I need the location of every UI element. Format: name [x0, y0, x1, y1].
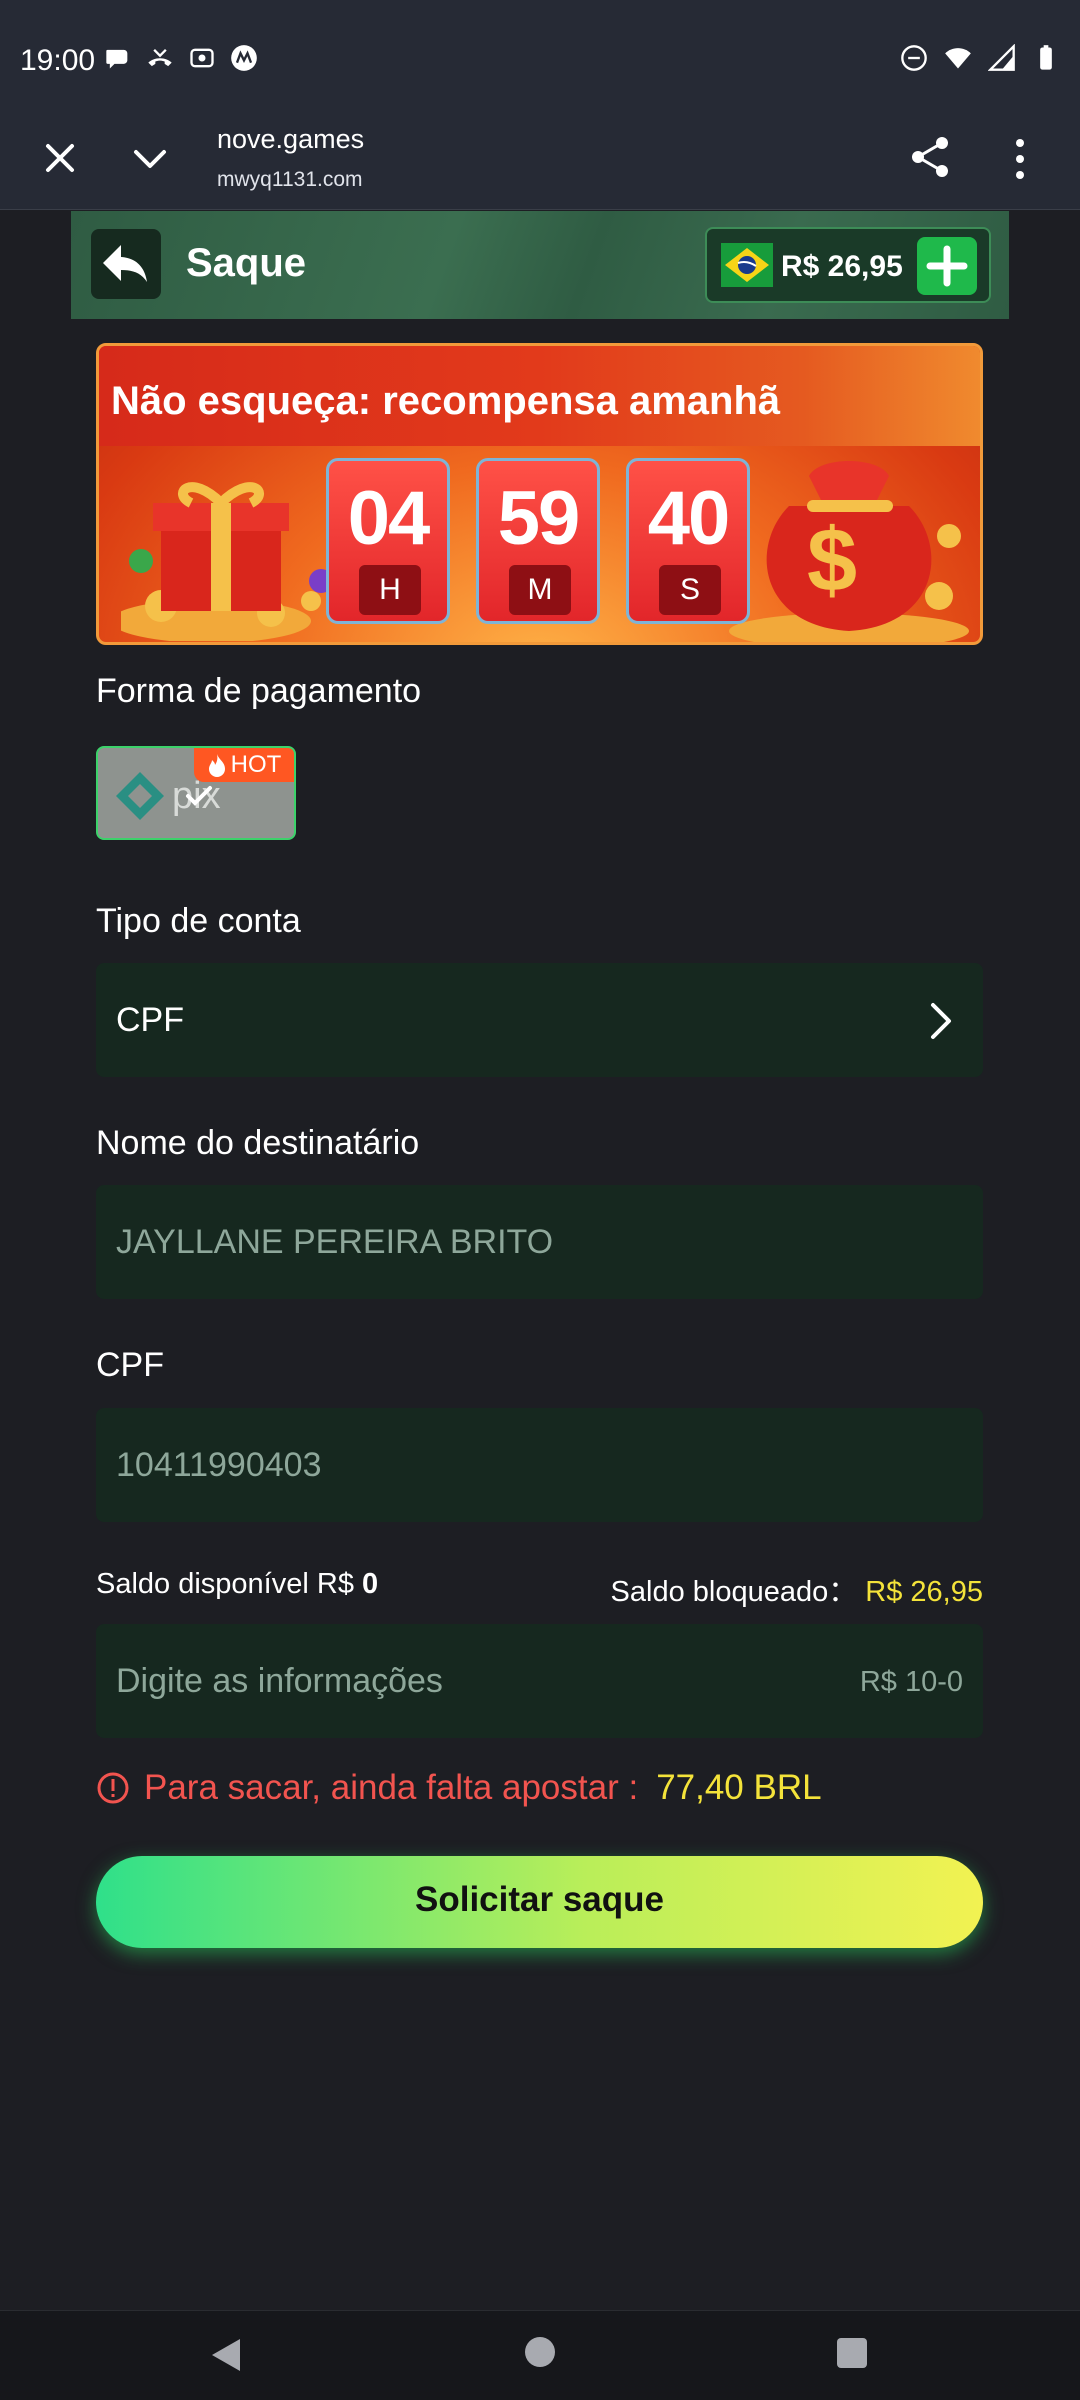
motorola-icon [231, 45, 257, 71]
battery-icon [1040, 45, 1052, 70]
request-withdrawal-label: Solicitar saque [415, 1880, 664, 1919]
deposit-plus-button[interactable] [917, 237, 977, 295]
available-balance-label: Saldo disponível R$ [96, 1568, 354, 1600]
do-not-disturb-icon [901, 45, 927, 71]
balance-info-row: Saldo disponível R$ 0 Saldo bloqueado： R… [96, 1568, 983, 1608]
balance-amount: R$ 26,95 [781, 250, 903, 283]
wager-warning: Para sacar, ainda falta apostar : 77,40 … [96, 1768, 822, 1808]
back-button[interactable] [91, 229, 161, 299]
brazil-flag-icon [721, 243, 773, 287]
warning-text: Para sacar, ainda falta apostar : [144, 1768, 639, 1807]
status-bar: 19:00 [0, 0, 1080, 120]
available-balance-value: 0 [362, 1568, 379, 1600]
browser-toolbar: nove.games mwyq1131.com [0, 120, 1080, 210]
nav-recents-icon[interactable] [837, 2338, 867, 2368]
browser-url[interactable]: mwyq1131.com [217, 168, 363, 192]
timer-minutes-value: 59 [497, 476, 581, 561]
blocked-balance-label: Saldo bloqueado： [610, 1576, 858, 1608]
warning-amount: 77,40 BRL [656, 1768, 822, 1807]
cpf-value: 10411990403 [116, 1446, 322, 1484]
close-icon[interactable] [40, 138, 80, 178]
flame-icon [208, 754, 225, 777]
browser-domain[interactable]: nove.games [217, 124, 364, 155]
timer-seconds-value: 40 [647, 476, 731, 561]
timer-minutes-unit: M [509, 565, 571, 615]
money-bag-icon: $ [729, 461, 969, 642]
nav-home-icon[interactable] [525, 2337, 555, 2367]
system-navigation-bar [0, 2310, 1080, 2400]
timer-hours: 04 H [326, 458, 450, 624]
withdraw-amount-input[interactable]: Digite as informações R$ 10-0 [96, 1624, 983, 1738]
chevron-down-icon[interactable] [128, 140, 172, 180]
wifi-icon [945, 48, 971, 69]
payment-method-label: Forma de pagamento [96, 672, 422, 710]
recipient-name-label: Nome do destinatário [96, 1124, 420, 1162]
amount-range: R$ 10-0 [859, 1666, 963, 1698]
cast-icon [190, 48, 214, 68]
hot-badge: HOT [194, 748, 294, 782]
signal-icon [988, 44, 1015, 71]
recipient-name-field[interactable]: JAYLLANE PEREIRA BRITO [96, 1185, 983, 1299]
gift-box-icon [121, 482, 333, 641]
app-header: Saque R$ 26,95 [71, 211, 1009, 319]
blocked-balance-value: R$ 26,95 [865, 1576, 983, 1608]
banner-title: Não esqueça: recompensa amanhã [111, 379, 781, 423]
pix-payment-option[interactable]: pix HOT [96, 746, 296, 840]
nav-back-icon[interactable] [208, 2335, 244, 2375]
share-icon[interactable] [908, 135, 952, 179]
account-type-label: Tipo de conta [96, 902, 301, 940]
page-title: Saque [186, 241, 307, 285]
available-balance: Saldo disponível R$ 0 [96, 1568, 378, 1601]
system-icons [900, 44, 1060, 72]
amount-placeholder: Digite as informações [116, 1662, 443, 1700]
request-withdrawal-button[interactable]: Solicitar saque [96, 1856, 983, 1948]
timer-seconds-unit: S [659, 565, 721, 615]
recipient-name-value: JAYLLANE PEREIRA BRITO [116, 1223, 554, 1261]
timer-seconds: 40 S [626, 458, 750, 624]
status-time: 19:00 [20, 44, 96, 77]
alert-circle-icon [97, 1772, 129, 1804]
back-arrow-icon [103, 245, 147, 282]
blocked-balance: Saldo bloqueado： R$ 26,95 [611, 1568, 983, 1610]
reward-countdown-banner[interactable]: Não esqueça: recompensa amanhã $ 04 H 59… [96, 343, 983, 645]
timer-hours-value: 04 [347, 476, 431, 561]
svg-text:$: $ [807, 511, 857, 611]
balance-widget: R$ 26,95 [705, 227, 991, 303]
hot-badge-label: HOT [230, 751, 282, 778]
chevron-right-icon [931, 1003, 951, 1039]
timer-minutes: 59 M [476, 458, 600, 624]
cpf-label: CPF [96, 1346, 164, 1384]
account-type-value: CPF [116, 1001, 184, 1039]
account-type-select[interactable]: CPF [96, 963, 983, 1077]
more-options-icon[interactable] [1010, 137, 1030, 181]
selected-check-icon [186, 786, 212, 806]
missed-call-icon [148, 49, 172, 67]
timer-hours-unit: H [359, 565, 421, 615]
plus-icon [926, 245, 968, 287]
chat-bubble-icon [106, 49, 128, 69]
cpf-field[interactable]: 10411990403 [96, 1408, 983, 1522]
notification-icons [104, 44, 258, 72]
